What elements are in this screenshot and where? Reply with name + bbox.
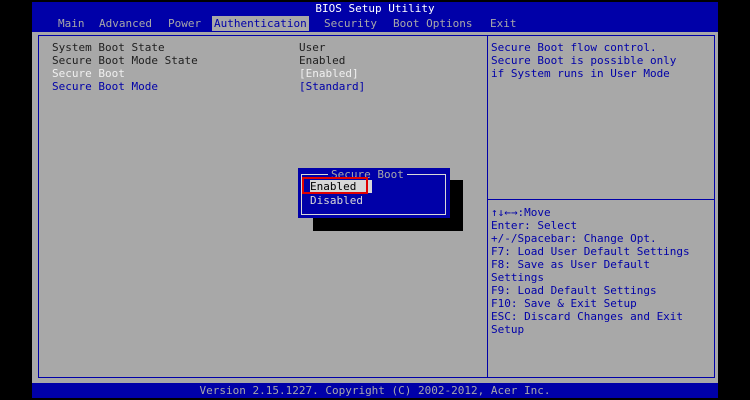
tab-authentication[interactable]: Authentication	[212, 16, 309, 31]
system-boot-state-label: System Boot State	[52, 41, 165, 54]
secure-boot-mode-value[interactable]: [Standard]	[299, 80, 365, 93]
tab-exit[interactable]: Exit	[488, 16, 519, 31]
key-help-esc-cont: Setup	[491, 323, 525, 336]
key-help-select: Enter: Select	[491, 219, 578, 232]
key-help-f9: F9: Load Default Settings	[491, 284, 657, 297]
help-line-1: Secure Boot flow control.	[491, 41, 657, 54]
key-help-f8-cont: Settings	[491, 271, 544, 284]
tab-main[interactable]: Main	[56, 16, 87, 31]
key-help-move: ↑↓←→:Move	[491, 206, 551, 219]
help-line-2: Secure Boot is possible only	[491, 54, 677, 67]
secure-boot-mode-label[interactable]: Secure Boot Mode	[52, 80, 158, 93]
tab-power[interactable]: Power	[166, 16, 203, 31]
key-help-f10: F10: Save & Exit Setup	[491, 297, 637, 310]
secure-boot-mode-state-label: Secure Boot Mode State	[52, 54, 198, 67]
secure-boot-label[interactable]: Secure Boot	[52, 67, 125, 80]
version-footer: Version 2.15.1227. Copyright (C) 2002-20…	[32, 383, 718, 398]
key-help-change: +/-/Spacebar: Change Opt.	[491, 232, 657, 245]
tab-boot-options[interactable]: Boot Options	[391, 16, 474, 31]
help-divider	[488, 199, 714, 200]
key-help-f7: F7: Load User Default Settings	[491, 245, 690, 258]
secure-boot-value[interactable]: [Enabled]	[299, 67, 359, 80]
menu-bar: Main Advanced Power Authentication Secur…	[32, 16, 718, 32]
secure-boot-mode-state-value: Enabled	[299, 54, 346, 67]
tab-security[interactable]: Security	[322, 16, 379, 31]
key-help-f8: F8: Save as User Default	[491, 258, 650, 271]
selection-highlight-box	[302, 177, 368, 194]
bios-screen: BIOS Setup Utility Main Advanced Power A…	[32, 2, 718, 398]
tab-advanced[interactable]: Advanced	[97, 16, 154, 31]
system-boot-state-value: User	[299, 41, 326, 54]
option-disabled[interactable]: Disabled	[310, 194, 372, 207]
app-title: BIOS Setup Utility	[32, 2, 718, 16]
help-line-3: if System runs in User Mode	[491, 67, 670, 80]
key-help-esc: ESC: Discard Changes and Exit	[491, 310, 684, 323]
